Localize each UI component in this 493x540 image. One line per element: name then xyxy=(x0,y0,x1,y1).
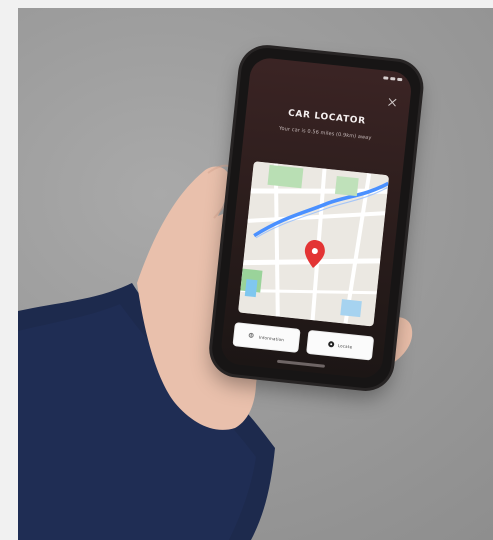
info-icon xyxy=(249,333,256,340)
home-indicator xyxy=(276,359,326,368)
locate-button[interactable]: Locate xyxy=(306,329,375,361)
information-button[interactable]: Information xyxy=(232,322,301,353)
phone-body: CAR LOCATOR Your car is 0.56 miles (0.9k… xyxy=(209,45,423,391)
status-bar xyxy=(383,76,403,82)
bottom-actions: Information Locate xyxy=(232,322,375,361)
phone: CAR LOCATOR Your car is 0.56 miles (0.9k… xyxy=(205,45,462,437)
wifi-icon xyxy=(390,77,396,81)
target-icon xyxy=(328,341,335,348)
signal-icon xyxy=(383,76,389,80)
information-label: Information xyxy=(258,334,285,342)
photo-scene: CAR LOCATOR Your car is 0.56 miles (0.9k… xyxy=(18,8,493,540)
phone-screen: CAR LOCATOR Your car is 0.56 miles (0.9k… xyxy=(219,56,413,380)
map-view[interactable] xyxy=(238,161,390,327)
battery-icon xyxy=(397,77,403,82)
locate-label: Locate xyxy=(337,342,353,349)
close-icon[interactable] xyxy=(387,97,398,108)
